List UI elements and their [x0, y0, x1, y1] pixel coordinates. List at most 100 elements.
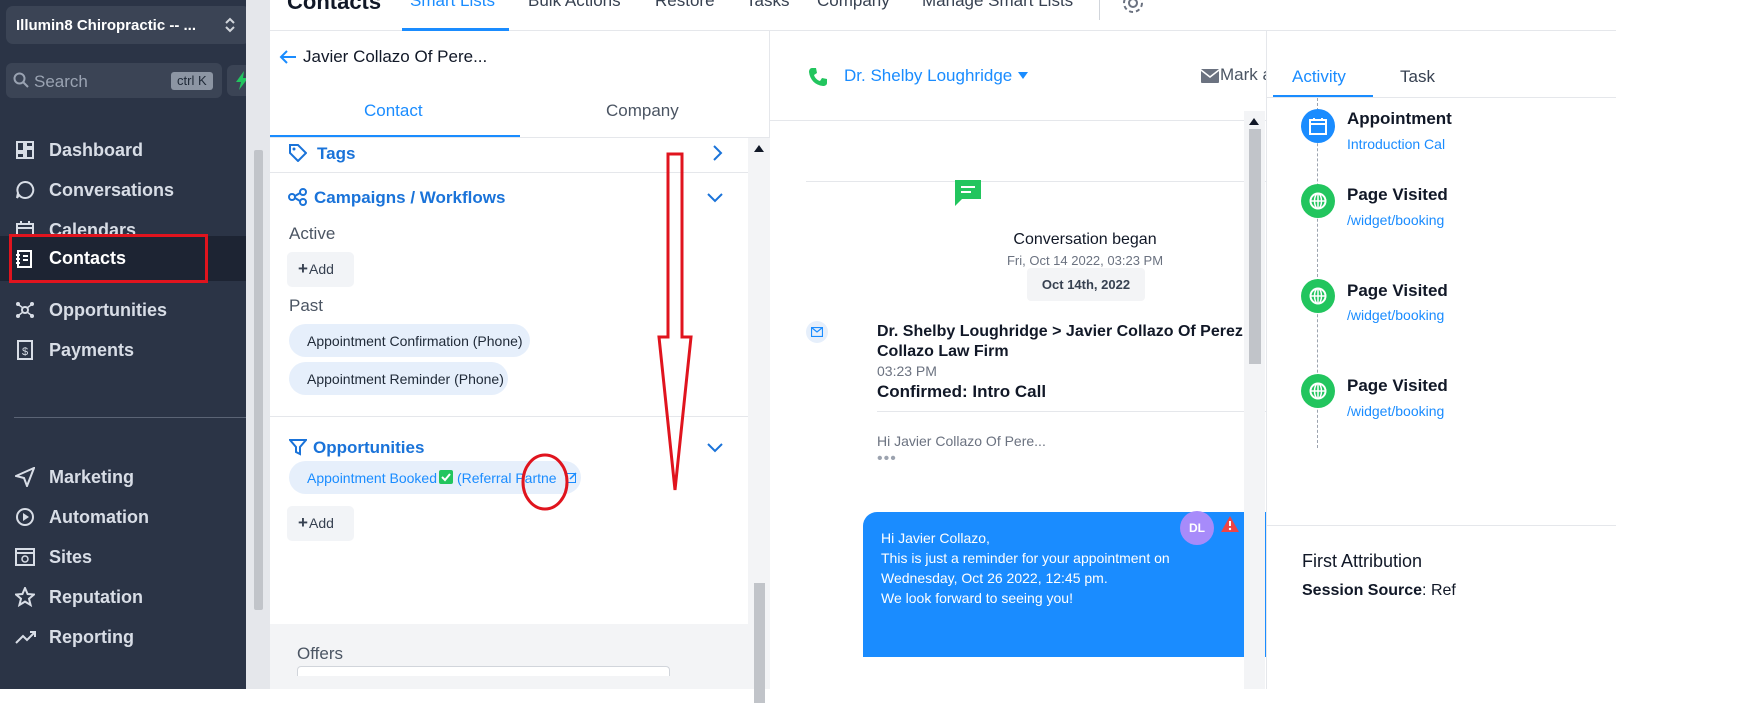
top-bar: Contacts Smart Lists Bulk Actions Restor… [270, 0, 1616, 31]
search-icon [13, 72, 29, 88]
sidebar-label: Marketing [49, 467, 135, 487]
email-title[interactable]: Confirmed: Intro Call [877, 382, 1046, 402]
add-opportunity-button[interactable]: + Add [287, 506, 354, 541]
panel-scrollbar[interactable] [748, 138, 770, 703]
caret-down-icon[interactable] [1018, 72, 1028, 79]
pill-label: Appointment Reminder (Phone) [307, 371, 504, 387]
annotation-highlight-contacts [9, 234, 208, 283]
add-campaign-button[interactable]: + Add [287, 252, 354, 287]
tab-tasks[interactable]: Tasks [746, 0, 789, 11]
sidebar-item-sites[interactable]: Sites [0, 535, 246, 580]
sidebar-label: Dashboard [49, 140, 144, 160]
session-source: Session Source: Ref [1302, 582, 1456, 600]
sms-line: This is just a reminder for your appoint… [881, 550, 1170, 566]
divider [1267, 525, 1616, 526]
chat-icon [15, 180, 35, 200]
search-input[interactable]: Search ctrl K [6, 63, 222, 98]
timeline-event-title: Appointment [1347, 109, 1452, 128]
chevron-down-icon[interactable] [706, 442, 724, 454]
sidebar-label: Automation [49, 507, 149, 527]
gear-icon[interactable] [1121, 0, 1145, 14]
globe-icon [1309, 382, 1327, 400]
opportunities-icon [15, 300, 35, 320]
warning-icon[interactable] [1220, 515, 1240, 533]
activity-pane: Activity Task Appointment Introduction C… [1266, 31, 1616, 689]
tab-task[interactable]: Task [1400, 67, 1435, 87]
scroll-up-icon[interactable] [1249, 117, 1259, 125]
past-workflow-pill[interactable]: Appointment Reminder (Phone) [289, 362, 508, 395]
sidebar-label: Sites [49, 547, 93, 567]
email-subject-line-2[interactable]: Collazo Law Firm [877, 341, 1009, 362]
annotation-arrow-down [655, 152, 695, 497]
chevron-down-icon[interactable] [706, 192, 724, 204]
email-preview[interactable]: Hi Javier Collazo Of Pere... [877, 433, 1046, 449]
opportunities-section-title[interactable]: Opportunities [313, 438, 424, 458]
tab-activity[interactable]: Activity [1292, 67, 1346, 87]
sidebar-scrollbar[interactable] [246, 0, 270, 689]
scrollbar-thumb[interactable] [1249, 129, 1261, 364]
email-subject-line-1[interactable]: Dr. Shelby Loughridge > Javier Collazo O… [877, 321, 1243, 342]
tab-smart-lists[interactable]: Smart Lists [410, 0, 495, 11]
back-arrow-icon[interactable] [278, 47, 298, 67]
timeline-event-title: Page Visited [1347, 281, 1448, 300]
tab-restore[interactable]: Restore [655, 0, 715, 11]
timeline-event-title: Page Visited [1347, 185, 1448, 204]
sidebar-item-reputation[interactable]: Reputation [0, 575, 246, 620]
timeline-event-link[interactable]: /widget/booking [1347, 403, 1444, 419]
sms-line: Wednesday, Oct 26 2022, 12:45 pm. [881, 570, 1108, 586]
tab-company[interactable]: Company [817, 0, 890, 11]
phone-icon[interactable] [808, 67, 828, 87]
scroll-up-icon[interactable] [754, 144, 764, 152]
button-label: Add [309, 261, 334, 277]
sms-message-bubble: Hi Javier Collazo, This is just a remind… [863, 512, 1303, 657]
timeline-event-icon [1301, 374, 1335, 408]
chevron-right-icon[interactable] [712, 144, 724, 162]
contact-name: Javier Collazo Of Pere... [303, 47, 488, 66]
automation-icon [15, 507, 35, 527]
checkbox-checked-icon [439, 470, 453, 484]
offers-section: Offers [270, 624, 748, 689]
send-icon [15, 467, 35, 487]
sidebar: Illumin8 Chiropractic -- ... Search ctrl… [0, 0, 257, 689]
past-workflow-pill[interactable]: Appointment Confirmation (Phone) [289, 324, 530, 357]
sidebar-item-marketing[interactable]: Marketing [0, 455, 246, 500]
button-label: Add [309, 515, 334, 531]
sidebar-item-dashboard[interactable]: Dashboard [0, 128, 246, 173]
tab-contact[interactable]: Contact [364, 101, 423, 121]
session-source-value: : Ref [1422, 582, 1456, 599]
timeline-event-title: Page Visited [1347, 376, 1448, 395]
sidebar-label: Conversations [49, 180, 175, 200]
scrollbar-thumb[interactable] [754, 583, 765, 703]
location-switcher[interactable]: Illumin8 Chiropractic -- ... [6, 6, 250, 44]
dashboard-icon [15, 140, 35, 160]
calendar-icon [1309, 118, 1327, 135]
sidebar-item-automation[interactable]: Automation [0, 495, 246, 540]
offers-input[interactable] [297, 666, 670, 676]
tab-manage-smart-lists[interactable]: Manage Smart Lists [922, 0, 1073, 11]
timeline-event-link[interactable]: /widget/booking [1347, 307, 1444, 323]
session-source-label: Session Source [1302, 582, 1423, 599]
tags-section-title[interactable]: Tags [317, 144, 355, 164]
expand-email-button[interactable]: ••• [877, 450, 897, 468]
timeline-event-link[interactable]: Introduction Cal [1347, 136, 1445, 152]
timeline-event-link[interactable]: /widget/booking [1347, 212, 1444, 228]
timeline-event-icon [1301, 279, 1335, 313]
sidebar-label: Reporting [49, 627, 134, 647]
sidebar-item-conversations[interactable]: Conversations [0, 168, 246, 213]
conversation-scrollbar[interactable] [1244, 111, 1265, 689]
sidebar-item-opportunities[interactable]: Opportunities [0, 288, 246, 333]
contact-panel: Javier Collazo Of Pere... Contact Compan… [270, 31, 770, 703]
payments-icon: $ [15, 340, 35, 360]
trend-icon [15, 627, 37, 647]
search-placeholder: Search [34, 72, 88, 91]
search-shortcut: ctrl K [171, 72, 213, 90]
campaigns-section-title[interactable]: Campaigns / Workflows [314, 188, 505, 208]
blank-area [1616, 0, 1759, 689]
scrollbar-thumb[interactable] [254, 150, 263, 610]
plus-icon: + [298, 259, 308, 278]
from-number-dropdown[interactable]: Dr. Shelby Loughridge [844, 66, 1012, 86]
tab-company-panel[interactable]: Company [606, 101, 679, 121]
sidebar-item-payments[interactable]: $ Payments [0, 328, 246, 373]
tab-bulk-actions[interactable]: Bulk Actions [528, 0, 621, 11]
sidebar-item-reporting[interactable]: Reporting [0, 615, 246, 660]
